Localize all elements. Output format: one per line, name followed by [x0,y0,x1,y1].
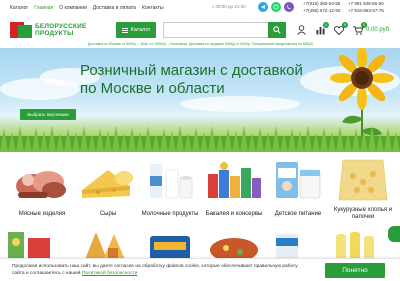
cart-icon[interactable]: 0 [352,22,367,36]
grocery-image [208,162,261,198]
category-label: Мясные изделия [18,211,66,217]
heart-icon[interactable]: 0 [333,22,348,36]
viber-icon[interactable] [284,2,294,12]
category-grocery[interactable]: Бакалея и консервы [204,156,264,217]
category-dairy[interactable]: Молочные продукты [140,156,200,217]
category-corn-flakes[interactable]: Кукурузные хлопья и палочки [330,156,396,221]
category-label: Кукурузные хлопья и палочки [333,207,393,220]
whatsapp-icon[interactable] [271,2,281,12]
delivery-notice: Доставка по Москве от 5000р. – М4р. от 1… [88,42,313,46]
cookie-text: Продолжая использовать наш сайт, вы дает… [12,264,302,277]
category-cheese[interactable]: Сыры [78,156,138,217]
favorites-count: 0 [342,22,348,28]
logo-line-2: ПРОДУКТЫ [35,30,74,37]
cookie-banner: Продолжая использовать наш сайт, вы дает… [0,258,400,281]
phones-left: +7(916) 360-54-55 +7(495) 672-12-50 [303,1,340,14]
grass-image [0,125,400,152]
category-meat[interactable]: Мясные изделия [12,156,72,217]
chat-widget-button[interactable] [388,226,400,242]
search-button[interactable] [268,22,286,38]
cookie-accept-button[interactable]: Понятно [325,263,385,278]
logo-line-1: БЕЛОРУССКИЕ [35,23,87,30]
compare-icon[interactable]: 0 [314,22,329,36]
hero-title-line-2: по Москве и области [80,80,225,97]
cheese-image [82,170,133,198]
phone-4[interactable]: +7 916-863-57-75 [348,8,384,15]
baby-food-image [276,162,321,199]
phones-right: +7 991 938-56-50 +7 916-863-57-75 [348,1,384,14]
hero-cta-button[interactable]: Выбрать вкусняшки [20,109,76,120]
top-nav: Каталог Главная О компании Доставка и оп… [10,3,164,13]
privacy-policy-link[interactable]: Политикой безопасности [82,271,138,276]
category-label: Молочные продукты [141,211,199,217]
hero-banner: Розничный магазин с доставкой по Москве и… [0,48,400,152]
logo-mark-icon [10,22,32,38]
corn-flakes-image [338,159,388,201]
cart-total[interactable]: 0.00 руб. [366,27,391,33]
nav-home[interactable]: Главная [34,5,53,11]
search-input[interactable] [163,22,268,38]
category-label: Бакалея и консервы [205,211,263,217]
nav-about[interactable]: О компании [59,5,87,11]
hero-title-line-1: Розничный магазин с доставкой [80,62,303,79]
compare-count: 0 [323,22,329,28]
menu-icon [121,27,128,33]
phone-3[interactable]: +7 991 938-56-50 [348,1,384,8]
phone-2[interactable]: +7(495) 672-12-50 [303,8,340,15]
catalog-button[interactable]: Каталог [116,22,156,38]
phone-1[interactable]: +7(916) 360-54-55 [303,1,340,8]
category-label: Сыры [99,211,117,217]
category-label: Детское питание [274,211,322,217]
hero-title: Розничный магазин с доставкой по Москве и… [80,62,340,98]
catalog-button-label: Каталог [130,27,151,33]
meat-products-image [16,171,66,198]
account-icon[interactable] [295,24,307,36]
nav-delivery[interactable]: Доставка и оплата [93,5,136,11]
nav-contacts[interactable]: Контакты [142,5,164,11]
dairy-products-image [150,164,193,199]
cookie-message: Продолжая использовать наш сайт, вы дает… [12,264,298,276]
search-icon [273,26,281,34]
nav-catalog[interactable]: Каталог [10,5,28,11]
category-baby-food[interactable]: Детское питание [268,156,328,217]
working-hours: с 09:00 до 21:00 [212,4,246,9]
telegram-icon[interactable] [258,2,268,12]
site-logo[interactable]: БЕЛОРУССКИЕ ПРОДУКТЫ [10,22,86,38]
